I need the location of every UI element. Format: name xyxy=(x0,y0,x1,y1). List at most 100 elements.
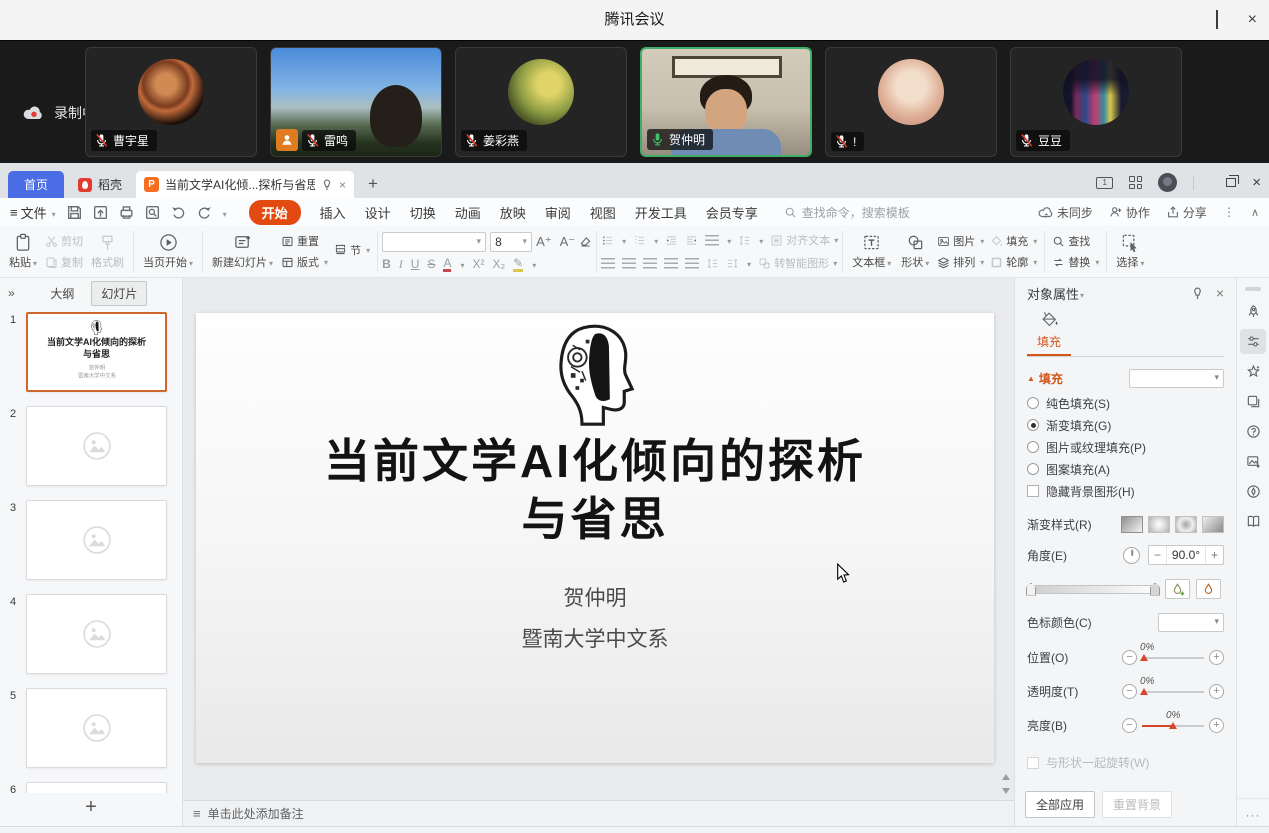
meeting-close-button[interactable]: × xyxy=(1248,12,1257,28)
slider-thumb[interactable] xyxy=(1140,654,1148,661)
decrease-indent-icon[interactable] xyxy=(665,234,678,247)
close-panel-icon[interactable]: × xyxy=(1216,285,1224,301)
tab-docer[interactable]: 稻壳 xyxy=(64,171,136,198)
remove-gradient-stop-button[interactable] xyxy=(1196,579,1221,599)
angle-decrease-button[interactable]: − xyxy=(1149,548,1166,562)
redo-button[interactable] xyxy=(196,204,213,221)
transparency-increase-button[interactable]: + xyxy=(1209,684,1224,699)
bullet-list-icon[interactable] xyxy=(601,234,614,247)
slide-thumbnail-3[interactable]: 3 xyxy=(0,500,182,580)
play-from-current-button[interactable]: 当页开始 xyxy=(138,231,198,272)
numbered-list-icon[interactable] xyxy=(633,234,646,247)
arrange-button[interactable]: 排列 xyxy=(934,254,987,270)
ribbon-tab-slideshow[interactable]: 放映 xyxy=(500,203,526,222)
rail-effects-button[interactable] xyxy=(1240,299,1266,324)
align-text-button[interactable]: 对齐文本 xyxy=(770,232,838,248)
slides-tab[interactable]: 幻灯片 xyxy=(91,281,147,306)
gradient-style-radial[interactable] xyxy=(1148,516,1170,533)
sync-status-button[interactable]: 未同步 xyxy=(1038,204,1093,221)
participant-tile[interactable]: 曹宇星 xyxy=(85,47,257,157)
more-menu-icon[interactable]: ⋮ xyxy=(1223,205,1235,219)
replace-button[interactable]: 替换 xyxy=(1049,254,1102,270)
undo-button[interactable] xyxy=(170,204,187,221)
text-box-button[interactable]: 文本框 xyxy=(847,231,896,272)
strikethrough-button[interactable]: S xyxy=(427,257,435,271)
clear-format-icon[interactable] xyxy=(579,235,592,248)
rail-drag-handle[interactable] xyxy=(1245,287,1261,291)
collaborate-button[interactable]: 协作 xyxy=(1109,204,1150,221)
notes-bar[interactable]: ≡ 单击此处添加备注 xyxy=(183,800,1014,826)
superscript-button[interactable]: X² xyxy=(472,257,484,271)
collapse-ribbon-icon[interactable]: ∧ xyxy=(1251,206,1259,219)
brightness-slider[interactable]: 0% xyxy=(1142,725,1204,727)
new-slide-button[interactable]: 新建幻灯片 xyxy=(207,231,278,272)
subscript-button[interactable]: X₂ xyxy=(492,257,505,271)
gradient-style-path[interactable] xyxy=(1202,516,1224,533)
picture-button[interactable]: 图片 xyxy=(934,233,987,249)
fill-section-header[interactable]: ▲ 填充 xyxy=(1027,370,1063,387)
fill-tab[interactable]: 填充 xyxy=(1027,310,1071,356)
single-window-mode-icon[interactable] xyxy=(1096,177,1113,189)
rail-help-button[interactable] xyxy=(1240,419,1266,444)
align-right-icon[interactable] xyxy=(643,258,657,269)
reset-background-button[interactable]: 重置背景 xyxy=(1102,791,1172,818)
section-button[interactable]: 节 xyxy=(331,242,373,258)
italic-button[interactable]: I xyxy=(399,257,403,272)
outline-tab[interactable]: 大纲 xyxy=(41,282,83,305)
font-size-select[interactable]: 8▾ xyxy=(490,232,532,252)
new-tab-button[interactable]: + xyxy=(368,174,378,194)
to-smartart-button[interactable]: 转智能图形 xyxy=(758,255,837,271)
position-increase-button[interactable]: + xyxy=(1209,650,1224,665)
meeting-maximize-button[interactable] xyxy=(1216,11,1218,29)
shapes-button[interactable]: 形状 xyxy=(896,231,934,272)
close-tab-icon[interactable]: × xyxy=(339,178,346,192)
find-button[interactable]: 查找 xyxy=(1049,233,1102,249)
shape-outline-button[interactable]: 轮廓 xyxy=(987,254,1040,270)
rail-object-properties-button[interactable] xyxy=(1240,329,1266,354)
align-center-icon[interactable] xyxy=(622,258,636,269)
angle-value[interactable]: 90.0° xyxy=(1166,546,1206,564)
rail-selection-pane-button[interactable] xyxy=(1240,389,1266,414)
save-button[interactable] xyxy=(66,204,83,221)
ribbon-tab-devtools[interactable]: 开发工具 xyxy=(635,203,687,222)
format-painter-button[interactable]: 格式刷 xyxy=(86,232,129,272)
tab-list-icon[interactable] xyxy=(1129,176,1142,189)
account-avatar[interactable] xyxy=(1158,173,1177,192)
ribbon-tab-view[interactable]: 视图 xyxy=(590,203,616,222)
tab-document[interactable]: 当前文学AI化倾...探析与省思(1) × xyxy=(136,171,354,198)
option-gradient-fill[interactable]: 渐变填充(G) xyxy=(1027,418,1224,432)
participant-tile[interactable]: 姜彩燕 xyxy=(455,47,627,157)
wps-close-button[interactable]: × xyxy=(1252,175,1261,190)
rail-more-button[interactable]: ··· xyxy=(1237,798,1269,822)
distribute-icon[interactable] xyxy=(685,258,699,269)
expand-pane-icon[interactable]: » xyxy=(8,286,15,300)
gradient-stop-handle[interactable] xyxy=(1150,583,1160,596)
ribbon-tab-animation[interactable]: 动画 xyxy=(455,203,481,222)
reset-button[interactable]: 重置 xyxy=(278,233,331,249)
rail-navigation-button[interactable] xyxy=(1240,479,1266,504)
font-color-button[interactable]: A xyxy=(443,257,451,272)
transparency-slider[interactable]: 0% xyxy=(1142,691,1204,693)
gradient-stop-handle[interactable] xyxy=(1026,583,1036,596)
slide-author[interactable]: 贺仲明 xyxy=(196,582,994,612)
gradient-style-rect[interactable] xyxy=(1175,516,1197,533)
cut-button[interactable]: 剪切 xyxy=(42,233,86,249)
participant-tile[interactable]: 豆豆 xyxy=(1010,47,1182,157)
paste-button[interactable]: 粘贴 xyxy=(4,231,42,272)
angle-increase-button[interactable]: + xyxy=(1206,548,1223,562)
position-slider[interactable]: 0% xyxy=(1142,657,1204,659)
share-button[interactable]: 分享 xyxy=(1166,204,1207,221)
gradient-stops-bar[interactable] xyxy=(1027,585,1159,594)
slide-thumbnail-5[interactable]: 5 xyxy=(0,688,182,768)
wps-restore-button[interactable] xyxy=(1226,178,1236,187)
export-image-button[interactable] xyxy=(92,204,109,221)
quick-access-dropdown-icon[interactable] xyxy=(222,205,227,220)
brightness-increase-button[interactable]: + xyxy=(1209,718,1224,733)
position-decrease-button[interactable]: − xyxy=(1122,650,1137,665)
slide-thumbnail-4[interactable]: 4 xyxy=(0,594,182,674)
slide-thumbnail-6[interactable]: 6 xyxy=(0,782,182,793)
rail-image-tools-button[interactable] xyxy=(1240,449,1266,474)
next-slide-icon[interactable] xyxy=(1002,788,1010,794)
align-left-icon[interactable] xyxy=(601,258,615,269)
option-pattern-fill[interactable]: 图案填充(A) xyxy=(1027,462,1224,476)
